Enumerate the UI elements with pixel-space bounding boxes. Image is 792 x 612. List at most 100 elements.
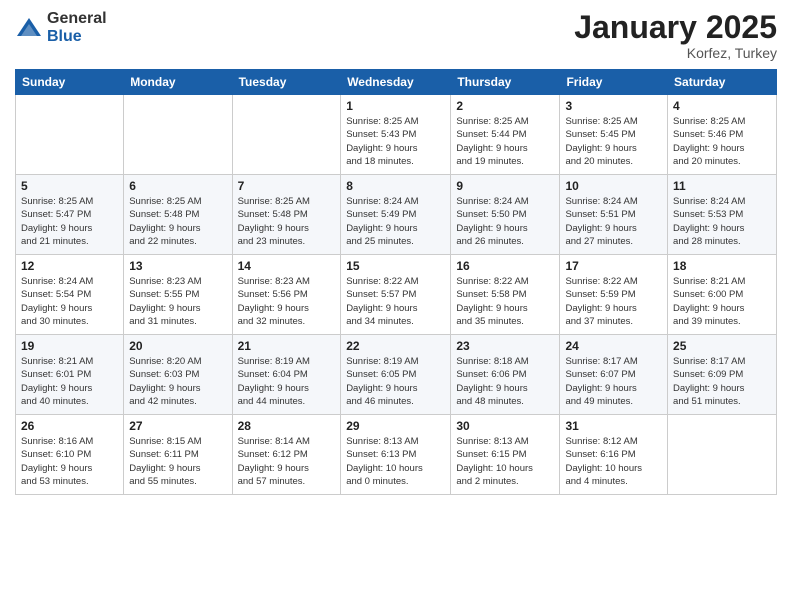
day-info: Sunrise: 8:25 AM Sunset: 5:45 PM Dayligh… — [565, 115, 662, 168]
day-info: Sunrise: 8:25 AM Sunset: 5:43 PM Dayligh… — [346, 115, 445, 168]
table-row: 5Sunrise: 8:25 AM Sunset: 5:47 PM Daylig… — [16, 175, 124, 255]
table-row: 19 Sunrise: 8:21 AM Sunset: 6:01 PM Dayli… — [16, 335, 124, 415]
day-number: 21 — [238, 339, 336, 353]
table-row: 3 Sunrise: 8:25 AM Sunset: 5:45 PM Daylig… — [560, 95, 668, 175]
calendar-table: Sunday Monday Tuesday Wednesday Thursday… — [15, 69, 777, 495]
title-block: January 2025 Korfez, Turkey — [574, 10, 777, 61]
table-row: 23Sunrise: 8:18 AM Sunset: 6:06 PM Dayli… — [451, 335, 560, 415]
table-row: 18Sunrise: 8:21 AM Sunset: 6:00 PM Dayli… — [668, 255, 777, 335]
header-friday: Friday — [560, 70, 668, 95]
table-row: 17 Sunrise: 8:22 AM Sunset: 5:59 PM Dayli… — [560, 255, 668, 335]
day-info: Sunrise: 8:22 AM Sunset: 5:58 PM Dayligh… — [456, 275, 554, 328]
table-row: 26 Sunrise: 8:16 AM Sunset: 6:10 PM Dayli… — [16, 415, 124, 495]
day-info: Sunrise: 8:23 AM Sunset: 5:56 PM Dayligh… — [238, 275, 336, 328]
table-row: 31 Sunrise: 8:12 AM Sunset: 6:16 PM Dayli… — [560, 415, 668, 495]
table-row — [668, 415, 777, 495]
header-saturday: Saturday — [668, 70, 777, 95]
day-info: Sunrise: 8:22 AM Sunset: 5:59 PM Dayligh… — [565, 275, 662, 328]
table-row: 9 Sunrise: 8:24 AM Sunset: 5:50 PM Daylig… — [451, 175, 560, 255]
table-row: 27Sunrise: 8:15 AM Sunset: 6:11 PM Dayli… — [124, 415, 232, 495]
header-wednesday: Wednesday — [341, 70, 451, 95]
day-info: Sunrise: 8:17 AM Sunset: 6:09 PM Dayligh… — [673, 355, 771, 408]
table-row: 21 Sunrise: 8:19 AM Sunset: 6:04 PM Dayli… — [232, 335, 341, 415]
logo-blue: Blue — [47, 28, 107, 46]
logo-general: General — [47, 10, 107, 28]
day-number: 9 — [456, 179, 554, 193]
day-info: Sunrise: 8:25 AM Sunset: 5:48 PM Dayligh… — [238, 195, 336, 248]
calendar-week-row: 12Sunrise: 8:24 AM Sunset: 5:54 PM Dayli… — [16, 255, 777, 335]
day-info: Sunrise: 8:24 AM Sunset: 5:50 PM Dayligh… — [456, 195, 554, 248]
calendar-week-row: 19 Sunrise: 8:21 AM Sunset: 6:01 PM Dayli… — [16, 335, 777, 415]
logo-icon — [15, 14, 43, 42]
day-number: 17 — [565, 259, 662, 273]
day-info: Sunrise: 8:13 AM Sunset: 6:13 PM Dayligh… — [346, 435, 445, 488]
table-row — [124, 95, 232, 175]
table-row: 15Sunrise: 8:22 AM Sunset: 5:57 PM Dayli… — [341, 255, 451, 335]
calendar-location: Korfez, Turkey — [574, 45, 777, 61]
weekday-header-row: Sunday Monday Tuesday Wednesday Thursday… — [16, 70, 777, 95]
day-number: 2 — [456, 99, 554, 113]
table-row: 28 Sunrise: 8:14 AM Sunset: 6:12 PM Dayli… — [232, 415, 341, 495]
day-number: 16 — [456, 259, 554, 273]
header-tuesday: Tuesday — [232, 70, 341, 95]
table-row: 1 Sunrise: 8:25 AM Sunset: 5:43 PM Daylig… — [341, 95, 451, 175]
day-info: Sunrise: 8:20 AM Sunset: 6:03 PM Dayligh… — [129, 355, 226, 408]
page-header: General Blue January 2025 Korfez, Turkey — [15, 10, 777, 61]
day-number: 27 — [129, 419, 226, 433]
table-row: 29 Sunrise: 8:13 AM Sunset: 6:13 PM Dayli… — [341, 415, 451, 495]
day-number: 3 — [565, 99, 662, 113]
day-info: Sunrise: 8:17 AM Sunset: 6:07 PM Dayligh… — [565, 355, 662, 408]
table-row: 11 Sunrise: 8:24 AM Sunset: 5:53 PM Dayli… — [668, 175, 777, 255]
day-number: 22 — [346, 339, 445, 353]
logo-text: General Blue — [47, 10, 107, 45]
table-row: 25Sunrise: 8:17 AM Sunset: 6:09 PM Dayli… — [668, 335, 777, 415]
day-info: Sunrise: 8:25 AM Sunset: 5:47 PM Dayligh… — [21, 195, 118, 248]
day-number: 31 — [565, 419, 662, 433]
day-info: Sunrise: 8:13 AM Sunset: 6:15 PM Dayligh… — [456, 435, 554, 488]
day-info: Sunrise: 8:24 AM Sunset: 5:53 PM Dayligh… — [673, 195, 771, 248]
calendar-page: General Blue January 2025 Korfez, Turkey… — [0, 0, 792, 612]
day-number: 1 — [346, 99, 445, 113]
calendar-week-row: 5Sunrise: 8:25 AM Sunset: 5:47 PM Daylig… — [16, 175, 777, 255]
day-number: 19 — [21, 339, 118, 353]
day-number: 20 — [129, 339, 226, 353]
table-row: 10Sunrise: 8:24 AM Sunset: 5:51 PM Dayli… — [560, 175, 668, 255]
day-info: Sunrise: 8:16 AM Sunset: 6:10 PM Dayligh… — [21, 435, 118, 488]
day-info: Sunrise: 8:19 AM Sunset: 6:05 PM Dayligh… — [346, 355, 445, 408]
table-row: 4Sunrise: 8:25 AM Sunset: 5:46 PM Daylig… — [668, 95, 777, 175]
day-number: 13 — [129, 259, 226, 273]
day-number: 26 — [21, 419, 118, 433]
calendar-title: January 2025 — [574, 10, 777, 45]
calendar-week-row: 1 Sunrise: 8:25 AM Sunset: 5:43 PM Daylig… — [16, 95, 777, 175]
table-row: 22 Sunrise: 8:19 AM Sunset: 6:05 PM Dayli… — [341, 335, 451, 415]
day-info: Sunrise: 8:23 AM Sunset: 5:55 PM Dayligh… — [129, 275, 226, 328]
table-row: 7 Sunrise: 8:25 AM Sunset: 5:48 PM Daylig… — [232, 175, 341, 255]
day-number: 11 — [673, 179, 771, 193]
day-number: 7 — [238, 179, 336, 193]
day-number: 24 — [565, 339, 662, 353]
day-number: 29 — [346, 419, 445, 433]
table-row: 6 Sunrise: 8:25 AM Sunset: 5:48 PM Daylig… — [124, 175, 232, 255]
day-number: 6 — [129, 179, 226, 193]
day-number: 28 — [238, 419, 336, 433]
day-info: Sunrise: 8:18 AM Sunset: 6:06 PM Dayligh… — [456, 355, 554, 408]
header-monday: Monday — [124, 70, 232, 95]
day-number: 14 — [238, 259, 336, 273]
day-info: Sunrise: 8:21 AM Sunset: 6:01 PM Dayligh… — [21, 355, 118, 408]
day-info: Sunrise: 8:22 AM Sunset: 5:57 PM Dayligh… — [346, 275, 445, 328]
table-row: 16 Sunrise: 8:22 AM Sunset: 5:58 PM Dayli… — [451, 255, 560, 335]
day-info: Sunrise: 8:12 AM Sunset: 6:16 PM Dayligh… — [565, 435, 662, 488]
table-row: 2Sunrise: 8:25 AM Sunset: 5:44 PM Daylig… — [451, 95, 560, 175]
table-row: 30Sunrise: 8:13 AM Sunset: 6:15 PM Dayli… — [451, 415, 560, 495]
day-info: Sunrise: 8:19 AM Sunset: 6:04 PM Dayligh… — [238, 355, 336, 408]
day-info: Sunrise: 8:25 AM Sunset: 5:48 PM Dayligh… — [129, 195, 226, 248]
table-row — [232, 95, 341, 175]
day-number: 18 — [673, 259, 771, 273]
header-sunday: Sunday — [16, 70, 124, 95]
table-row: 14 Sunrise: 8:23 AM Sunset: 5:56 PM Dayli… — [232, 255, 341, 335]
day-number: 4 — [673, 99, 771, 113]
table-row: 20 Sunrise: 8:20 AM Sunset: 6:03 PM Dayli… — [124, 335, 232, 415]
header-thursday: Thursday — [451, 70, 560, 95]
day-number: 8 — [346, 179, 445, 193]
day-info: Sunrise: 8:14 AM Sunset: 6:12 PM Dayligh… — [238, 435, 336, 488]
